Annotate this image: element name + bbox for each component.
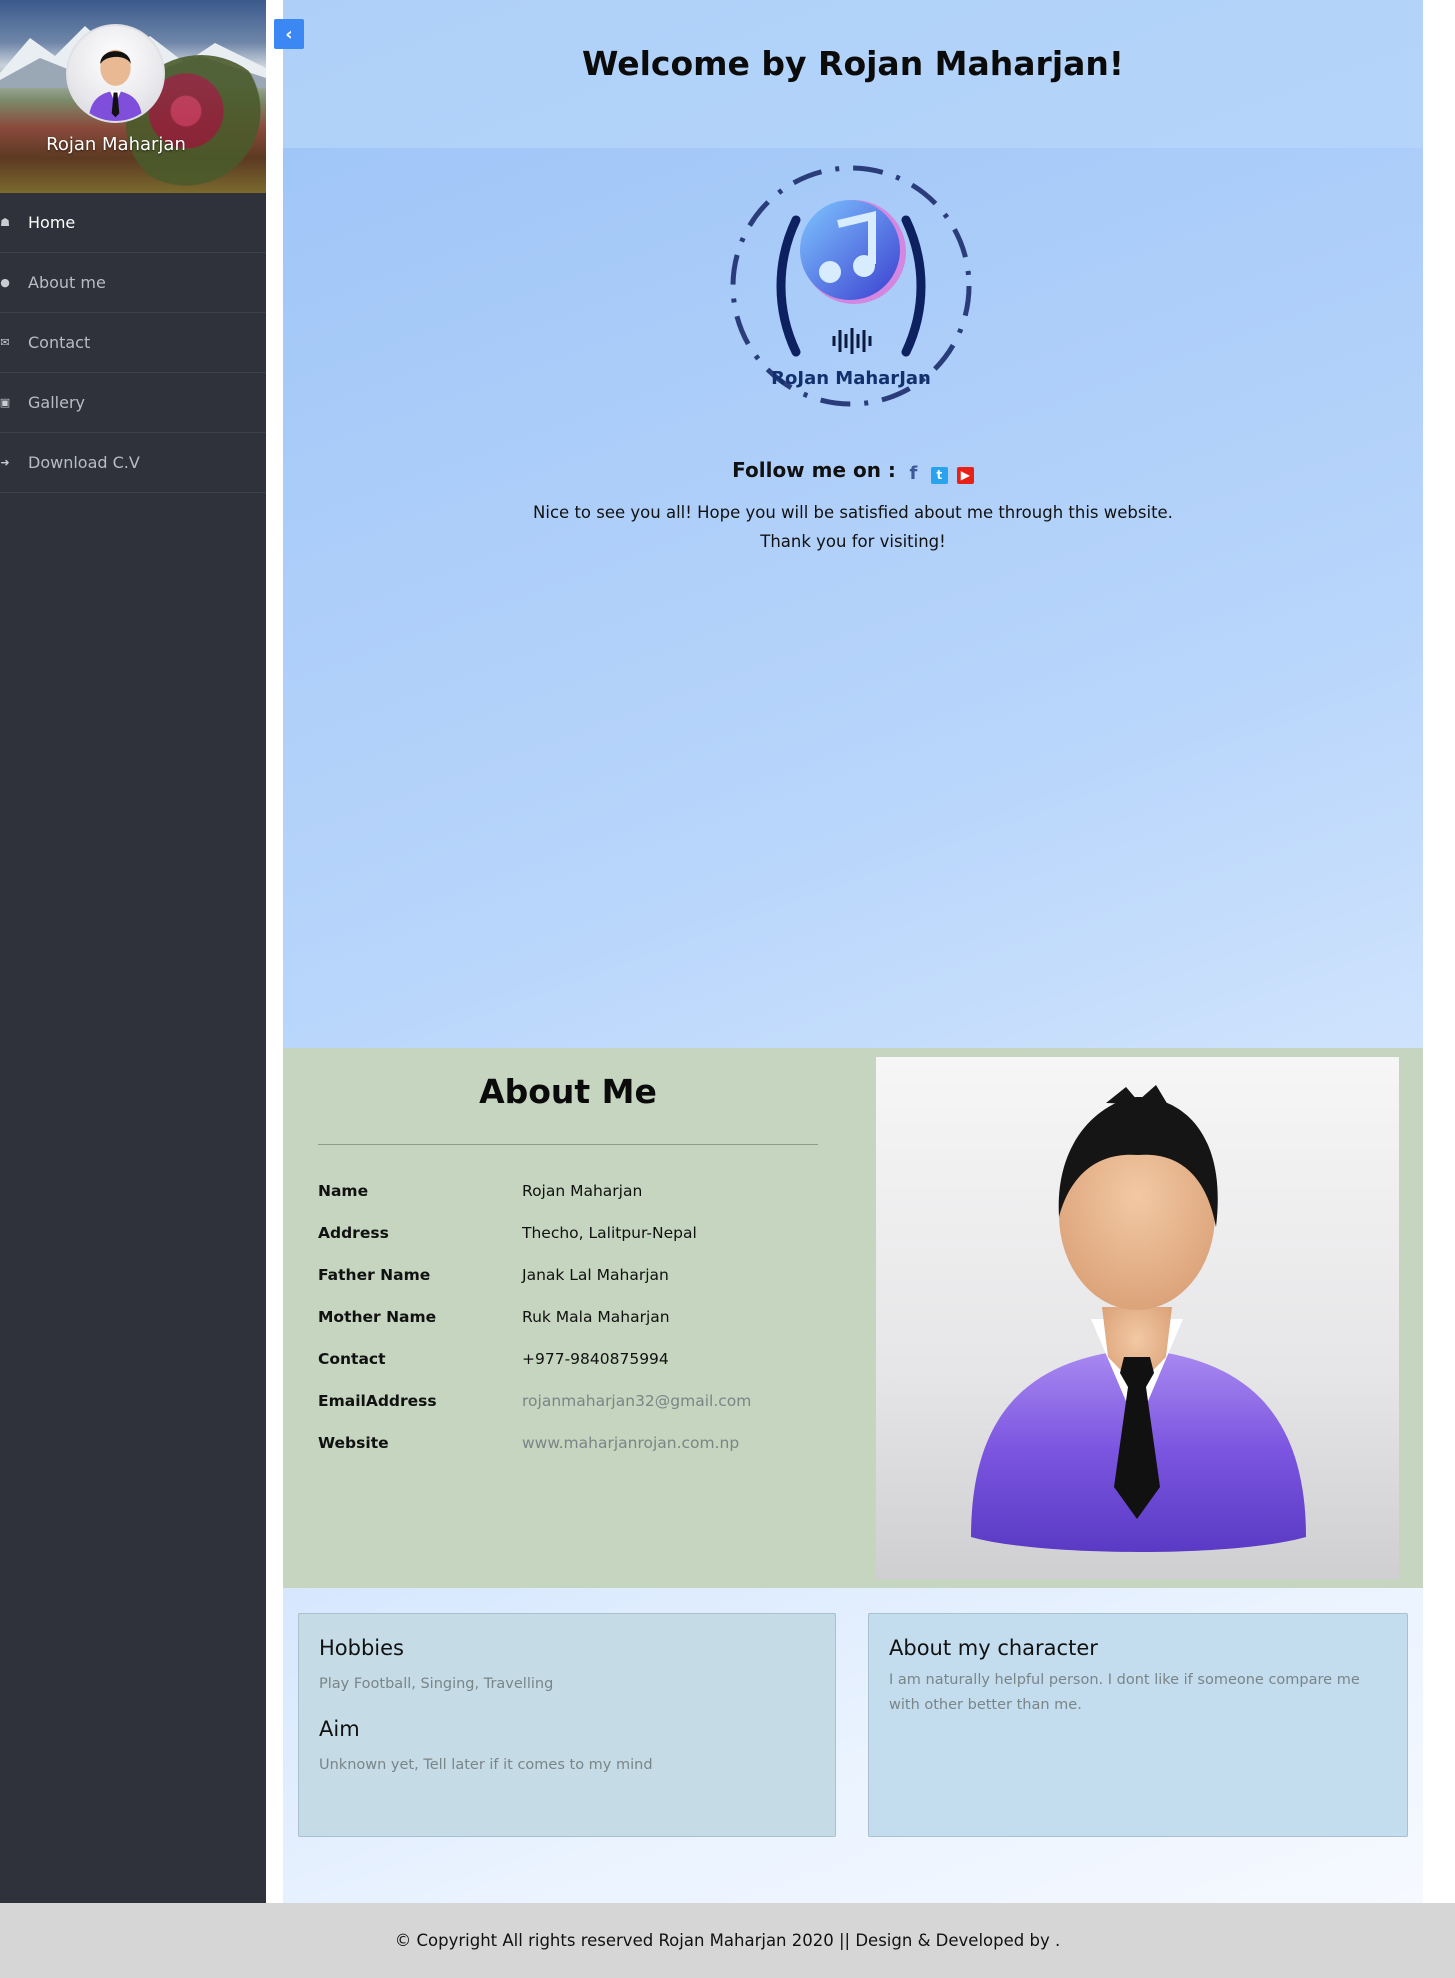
info-row-father-name: Father Name Janak Lal Maharjan bbox=[318, 1254, 818, 1296]
home-icon: ☗ bbox=[0, 216, 10, 229]
info-key: Mother Name bbox=[318, 1308, 437, 1326]
sidebar-item-label: Download C.V bbox=[28, 453, 140, 472]
info-key: EmailAddress bbox=[318, 1392, 437, 1410]
about-title: About Me bbox=[479, 1072, 657, 1111]
info-row-name: Name Rojan Maharjan bbox=[318, 1170, 818, 1212]
info-value: +977-9840875994 bbox=[522, 1350, 669, 1368]
info-key: Address bbox=[318, 1224, 389, 1242]
info-row-website: Website www.maharjanrojan.com.np bbox=[318, 1422, 818, 1464]
aim-text: Unknown yet, Tell later if it comes to m… bbox=[319, 1757, 653, 1773]
hobbies-card: Hobbies Play Football, Singing, Travelli… bbox=[298, 1613, 836, 1837]
about-section: About Me Name Rojan Maharjan Address The… bbox=[283, 1048, 1423, 1588]
sidebar-item-about[interactable]: ● About me bbox=[0, 253, 266, 313]
facebook-icon[interactable]: f bbox=[905, 465, 922, 483]
sidebar-nav: ☗ Home ● About me ✉ Contact ▣ Gallery ➜ … bbox=[0, 193, 266, 493]
divider bbox=[318, 1144, 818, 1145]
welcome-line-2: Thank you for visiting! bbox=[760, 532, 946, 551]
main-content: Welcome by Rojan Maharjan! RoJan MaharJa… bbox=[283, 0, 1423, 1903]
person-avatar-illustration bbox=[971, 1085, 1306, 1552]
sidebar-item-label: About me bbox=[28, 273, 106, 292]
download-icon: ➜ bbox=[0, 456, 10, 469]
sidebar-item-gallery[interactable]: ▣ Gallery bbox=[0, 373, 266, 433]
info-key: Name bbox=[318, 1182, 369, 1200]
sidebar: Rojan Maharjan ☗ Home ● About me ✉ Conta… bbox=[0, 0, 266, 1903]
info-value: Janak Lal Maharjan bbox=[522, 1266, 669, 1284]
footer-text: © Copyright All rights reserved Rojan Ma… bbox=[394, 1931, 1061, 1950]
info-key: Father Name bbox=[318, 1266, 431, 1284]
envelope-icon: ✉ bbox=[0, 336, 10, 349]
info-key: Website bbox=[318, 1434, 389, 1452]
profile-photo bbox=[876, 1057, 1399, 1579]
sidebar-item-download-cv[interactable]: ➜ Download C.V bbox=[0, 433, 266, 493]
sidebar-item-home[interactable]: ☗ Home bbox=[0, 193, 266, 253]
info-row-address: Address Thecho, Lalitpur-Nepal bbox=[318, 1212, 818, 1254]
sidebar-item-label: Contact bbox=[28, 333, 91, 352]
info-row-contact: Contact +977-9840875994 bbox=[318, 1338, 818, 1380]
sidebar-item-label: Gallery bbox=[28, 393, 85, 412]
youtube-icon[interactable]: ▶ bbox=[956, 467, 974, 484]
hero-header: Welcome by Rojan Maharjan! bbox=[283, 0, 1423, 148]
follow-row: Follow me on : f t ▶ bbox=[283, 458, 1423, 484]
character-text: I am naturally helpful person. I dont li… bbox=[889, 1672, 1360, 1713]
music-logo: RoJan MaharJan bbox=[730, 165, 972, 407]
sidebar-toggle-button[interactable]: ‹ bbox=[274, 19, 304, 49]
character-card: About my character I am naturally helpfu… bbox=[868, 1613, 1408, 1837]
character-title: About my character bbox=[889, 1636, 1098, 1660]
footer: © Copyright All rights reserved Rojan Ma… bbox=[0, 1903, 1455, 1978]
about-info-table: Name Rojan Maharjan Address Thecho, Lali… bbox=[318, 1170, 818, 1464]
hobbies-title: Hobbies bbox=[319, 1636, 404, 1660]
twitter-icon[interactable]: t bbox=[930, 467, 948, 484]
sidebar-user-name: Rojan Maharjan bbox=[46, 134, 186, 155]
info-value: Rojan Maharjan bbox=[522, 1182, 643, 1200]
welcome-line-1: Nice to see you all! Hope you will be sa… bbox=[533, 503, 1173, 522]
sidebar-item-label: Home bbox=[28, 213, 76, 232]
page-title: Welcome by Rojan Maharjan! bbox=[582, 43, 1124, 83]
info-value: Ruk Mala Maharjan bbox=[522, 1308, 670, 1326]
user-icon: ● bbox=[0, 276, 10, 289]
info-row-email: EmailAddress rojanmaharjan32@gmail.com bbox=[318, 1380, 818, 1422]
info-value: Thecho, Lalitpur-Nepal bbox=[522, 1224, 697, 1242]
follow-label: Follow me on : bbox=[732, 458, 896, 482]
avatar bbox=[66, 24, 165, 123]
chevron-left-icon: ‹ bbox=[285, 23, 293, 45]
email-link[interactable]: rojanmaharjan32@gmail.com bbox=[522, 1392, 751, 1410]
sidebar-item-contact[interactable]: ✉ Contact bbox=[0, 313, 266, 373]
sidebar-header: Rojan Maharjan bbox=[0, 0, 266, 193]
welcome-text: Nice to see you all! Hope you will be sa… bbox=[283, 498, 1423, 556]
hobbies-text: Play Football, Singing, Travelling bbox=[319, 1676, 554, 1692]
website-link[interactable]: www.maharjanrojan.com.np bbox=[522, 1434, 739, 1452]
info-row-mother-name: Mother Name Ruk Mala Maharjan bbox=[318, 1296, 818, 1338]
aim-title: Aim bbox=[319, 1717, 360, 1741]
logo-text: RoJan MaharJan bbox=[771, 368, 931, 389]
image-icon: ▣ bbox=[0, 396, 11, 409]
info-key: Contact bbox=[318, 1350, 386, 1368]
